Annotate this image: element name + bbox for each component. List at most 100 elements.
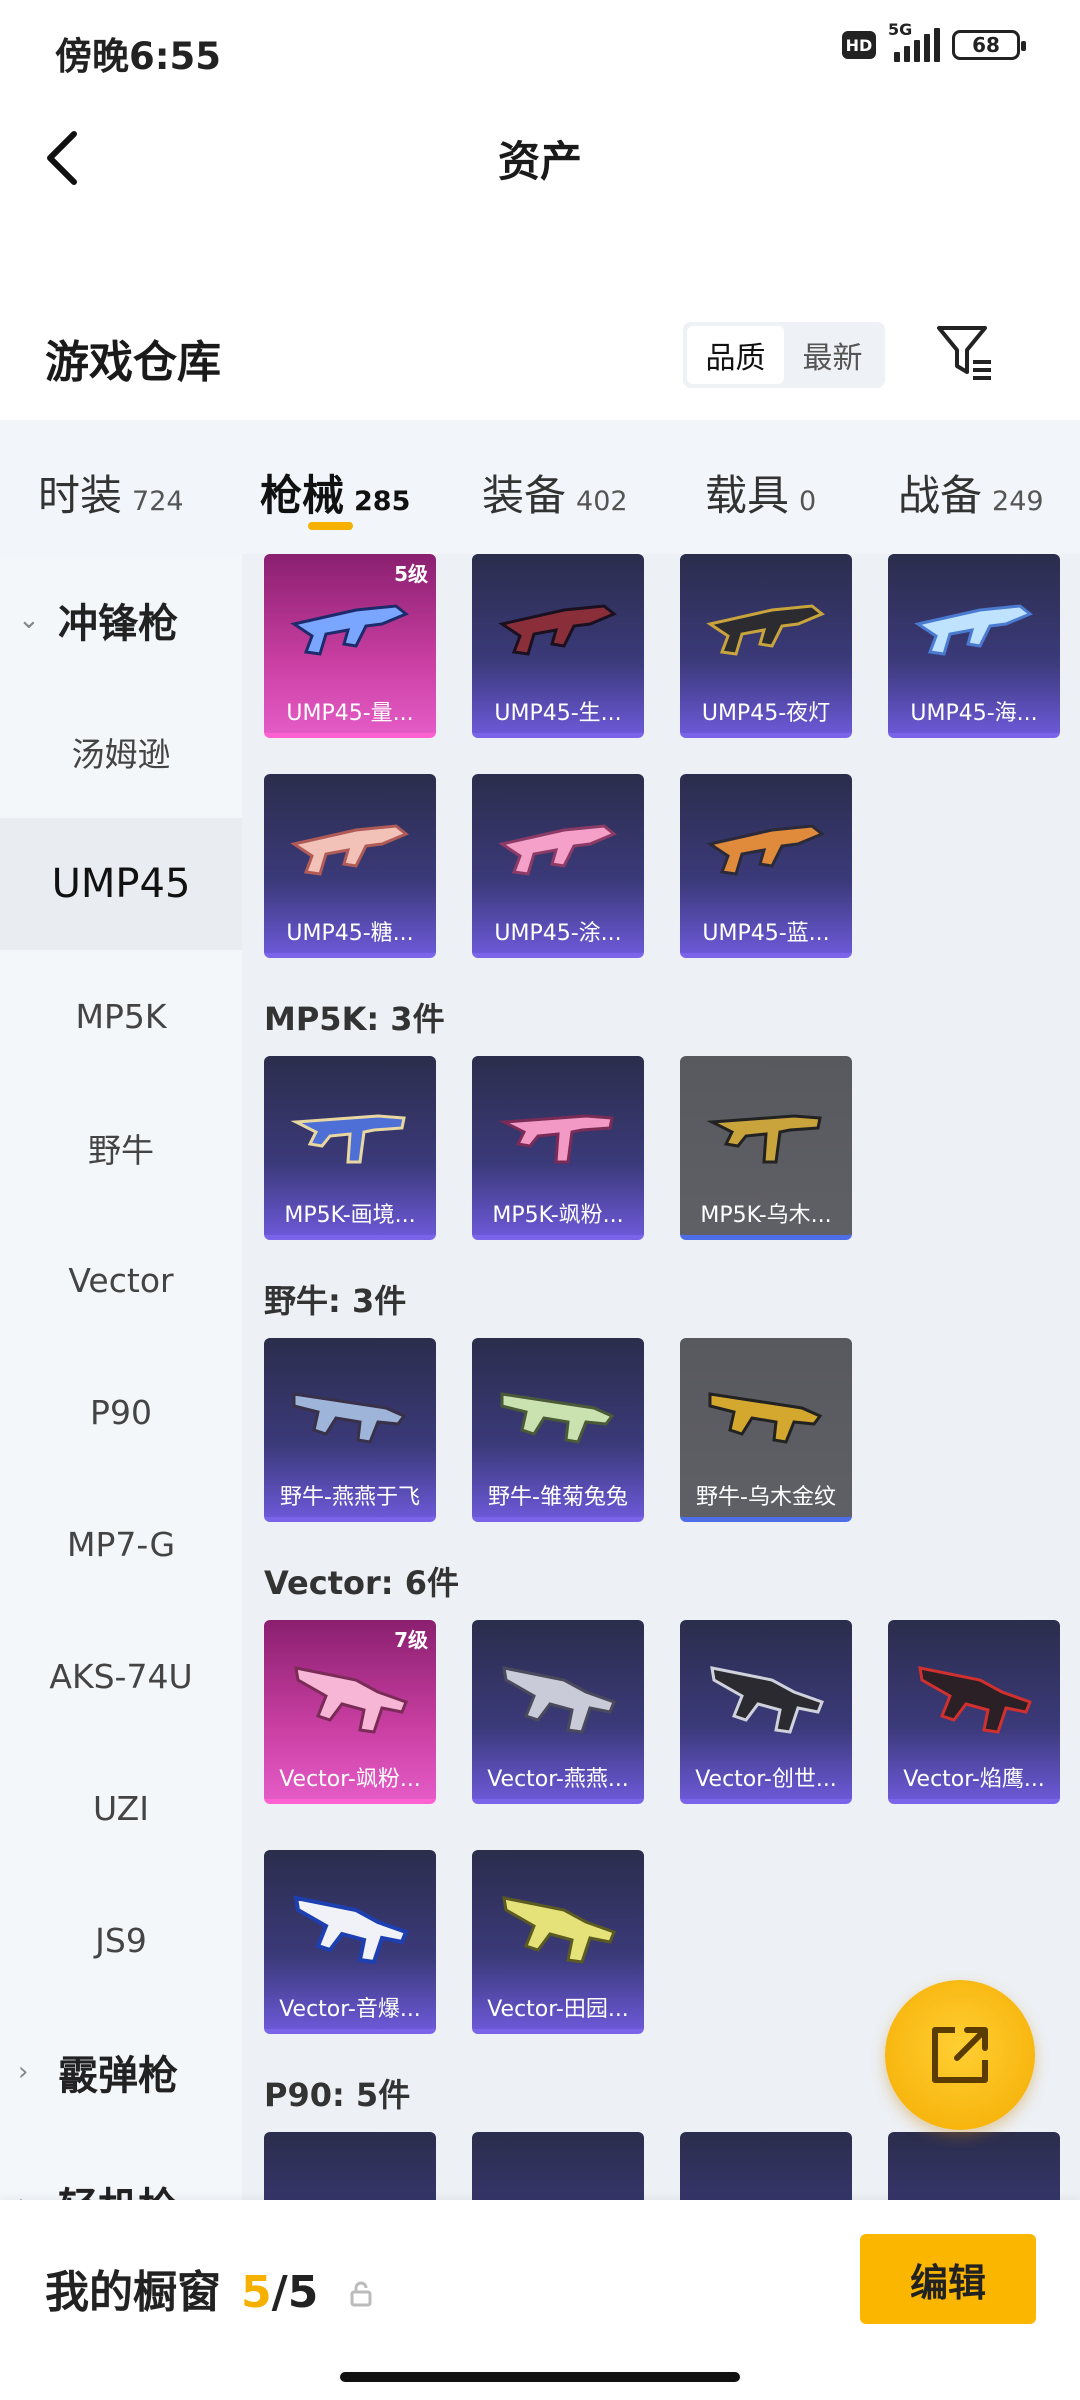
weapon-name: UMP45-蓝... [702, 921, 830, 946]
tab-vehicles[interactable]: 载具 0 [705, 462, 816, 523]
weapon-card[interactable]: MP5K-画境... [264, 1056, 436, 1240]
sidebar-item-uzi[interactable]: UZI [0, 1742, 242, 1874]
chevron-down-icon: ⌄ [18, 605, 40, 635]
sidebar-category-lmg[interactable]: › 轻机枪 [0, 2138, 242, 2200]
sidebar-item-p90[interactable]: P90 [0, 1346, 242, 1478]
sidebar-item-ump45[interactable]: UMP45 [0, 818, 242, 950]
weapon-name: Vector-田园... [487, 1997, 629, 2022]
weapon-skin-icon [293, 1895, 409, 1965]
sort-quality-button[interactable]: 品质 [687, 326, 784, 384]
tab-label: 战备 [898, 471, 983, 520]
category-tabs: 时装 724 枪械 285 装备 402 载具 0 战备 249 [0, 420, 1080, 554]
home-indicator[interactable] [340, 2372, 740, 2382]
weapon-skin-icon [290, 1114, 406, 1164]
sidebar-category-label: 霰弹枪 [58, 2053, 178, 2099]
weapon-card[interactable]: MP5K-乌木... [680, 1056, 852, 1240]
page-title: 资产 [497, 137, 582, 186]
filter-button[interactable] [935, 322, 995, 382]
tab-firearms[interactable]: 枪械 285 [260, 462, 410, 523]
sidebar-item-mp7g[interactable]: MP7-G [0, 1478, 242, 1610]
status-bar: 傍晚6:55 HD 5G 68 [0, 0, 1080, 100]
tab-count: 402 [576, 486, 628, 517]
weapon-skin-icon [500, 1392, 615, 1444]
weapon-card[interactable]: Vector-燕燕... [472, 1620, 644, 1804]
share-button[interactable] [885, 1980, 1035, 2130]
filter-icon [937, 326, 991, 380]
weapon-name: UMP45-糖... [286, 921, 414, 946]
tab-label: 装备 [482, 471, 567, 520]
tab-count: 724 [132, 486, 184, 517]
weapon-card[interactable]: UMP45-海... [888, 554, 1060, 738]
weapon-card[interactable]: 5级 UMP45-量... [264, 554, 436, 738]
tab-supplies[interactable]: 战备 249 [898, 462, 1044, 523]
weapon-name: MP5K-画境... [284, 1203, 416, 1228]
warehouse-title: 游戏仓库 [45, 337, 221, 388]
sidebar-item-vector[interactable]: Vector [0, 1214, 242, 1346]
weapon-card[interactable]: 野牛-乌木金纹 [680, 1338, 852, 1522]
weapon-skin-icon [710, 1666, 824, 1734]
tab-count: 0 [799, 486, 817, 517]
weapon-card[interactable]: Vector-音爆... [264, 1850, 436, 2034]
top-header: 资产 [0, 100, 1080, 210]
sidebar-category-label: 冲锋枪 [58, 601, 178, 647]
weapon-skin-icon [498, 1114, 614, 1164]
weapon-skin-icon [502, 1666, 616, 1734]
edit-button[interactable]: 编辑 [860, 2234, 1036, 2324]
lock-icon [348, 2267, 374, 2307]
weapon-grid: 5级 UMP45-量... UMP45-生... UMP45-夜灯 UMP45-… [242, 554, 1080, 2200]
weapon-card[interactable] [888, 2132, 1060, 2200]
weapon-name: Vector-飒粉... [279, 1767, 421, 1792]
sidebar-item-bizon[interactable]: 野牛 [0, 1082, 242, 1214]
weapon-card[interactable] [264, 2132, 436, 2200]
tab-fashion[interactable]: 时装 724 [38, 462, 184, 523]
weapon-skin-icon [290, 824, 409, 876]
weapon-skin-icon [708, 1392, 823, 1444]
weapon-card[interactable]: Vector-创世... [680, 1620, 852, 1804]
sidebar-item-aks74u[interactable]: AKS-74U [0, 1610, 242, 1742]
showcase-bar: 我的橱窗 5/5 编辑 [0, 2200, 1080, 2400]
tab-label: 载具 [705, 471, 790, 520]
chevron-right-icon: › [18, 2189, 46, 2200]
weapon-card[interactable] [680, 2132, 852, 2200]
weapon-card[interactable]: UMP45-生... [472, 554, 644, 738]
share-icon [932, 2027, 988, 2083]
weapon-name: UMP45-海... [910, 701, 1038, 726]
weapon-card[interactable]: UMP45-夜灯 [680, 554, 852, 738]
weapon-skin-icon [498, 824, 617, 876]
network-type: 5G [888, 20, 913, 39]
weapon-card[interactable]: 7级 Vector-飒粉... [264, 1620, 436, 1804]
sort-toggle: 品质 最新 [683, 322, 885, 388]
tab-active-indicator [308, 522, 353, 530]
sidebar-category-smg[interactable]: ⌄ 冲锋枪 [0, 554, 242, 686]
sort-newest-button[interactable]: 最新 [784, 326, 881, 384]
tab-label: 时装 [38, 471, 123, 520]
status-time: 傍晚6:55 [55, 35, 222, 78]
tab-count: 285 [354, 486, 411, 517]
sidebar-item-js9[interactable]: JS9 [0, 1874, 242, 2006]
tab-count: 249 [992, 486, 1044, 517]
sidebar-item-mp5k[interactable]: MP5K [0, 950, 242, 1082]
section-header-vector: Vector: 6件 [264, 1564, 459, 1602]
weapon-skin-icon [706, 604, 825, 656]
weapon-skin-icon [294, 1666, 408, 1734]
weapon-card[interactable]: Vector-田园... [472, 1850, 644, 2034]
weapon-card[interactable]: MP5K-飒粉... [472, 1056, 644, 1240]
weapon-name: Vector-音爆... [279, 1997, 421, 2022]
sidebar-item-thompson[interactable]: 汤姆逊 [0, 686, 242, 818]
weapon-card[interactable]: Vector-焰鹰... [888, 1620, 1060, 1804]
sidebar-category-shotgun[interactable]: › 霰弹枪 [0, 2006, 242, 2138]
weapon-card[interactable]: 野牛-燕燕于飞 [264, 1338, 436, 1522]
weapon-name: 野牛-雏菊兔兔 [488, 1485, 628, 1510]
weapon-name: MP5K-飒粉... [492, 1203, 624, 1228]
weapon-skin-icon [706, 1114, 822, 1164]
weapon-skin-icon [292, 1392, 407, 1444]
weapon-name: UMP45-夜灯 [701, 701, 831, 726]
weapon-card[interactable]: UMP45-糖... [264, 774, 436, 958]
weapon-card[interactable] [472, 2132, 644, 2200]
battery-icon: 68 [952, 30, 1026, 60]
tab-equipment[interactable]: 装备 402 [482, 462, 628, 523]
weapon-card[interactable]: UMP45-涂... [472, 774, 644, 958]
weapon-card[interactable]: 野牛-雏菊兔兔 [472, 1338, 644, 1522]
weapon-name: MP5K-乌木... [700, 1203, 832, 1228]
weapon-card[interactable]: UMP45-蓝... [680, 774, 852, 958]
